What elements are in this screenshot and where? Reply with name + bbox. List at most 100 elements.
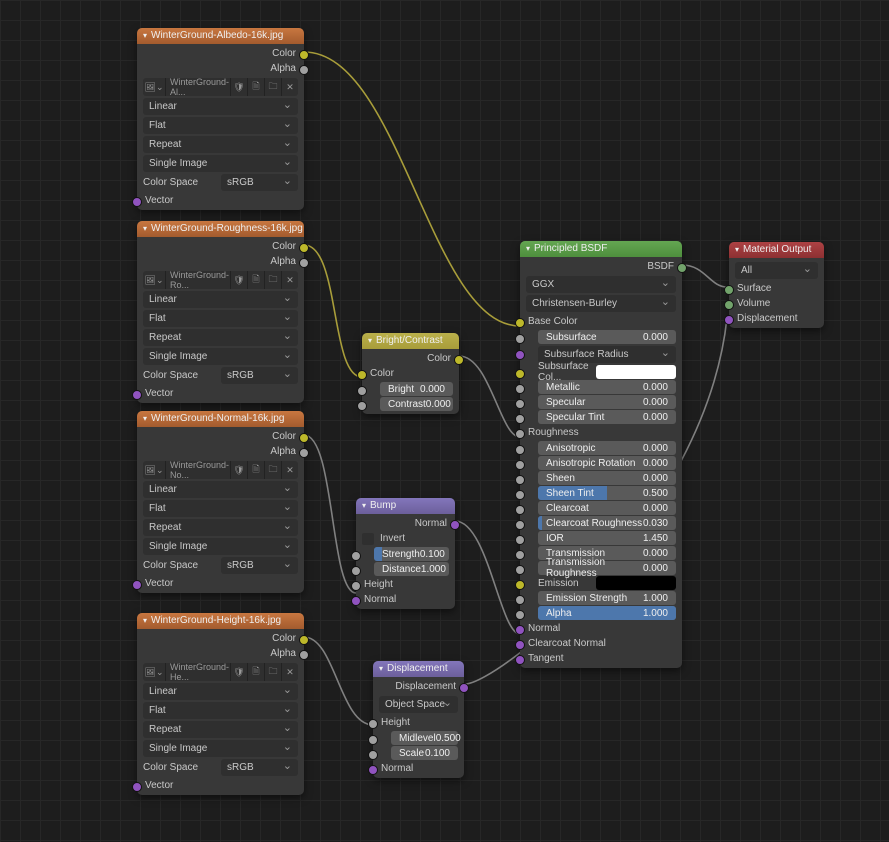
subsurface-color-input-socket[interactable] <box>515 369 525 379</box>
distribution-dropdown[interactable]: GGX <box>526 276 676 293</box>
target-dropdown[interactable]: All <box>735 262 818 279</box>
displacement-output-socket[interactable] <box>459 683 469 693</box>
sheen-tint-slider[interactable]: Sheen Tint0.500 <box>538 486 676 500</box>
unlink-icon[interactable]: ✕ <box>282 663 298 681</box>
image-name-field[interactable]: WinterGround-He... <box>166 663 231 681</box>
anisotropic-rotation-input-socket[interactable] <box>515 460 525 470</box>
bsdf-output-socket[interactable] <box>677 263 687 273</box>
color-space-dropdown[interactable]: sRGB <box>221 759 298 776</box>
projection-dropdown[interactable]: Flat <box>143 117 298 134</box>
specular-tint-input-socket[interactable] <box>515 414 525 424</box>
color-output-socket[interactable] <box>454 355 464 365</box>
sss-method-dropdown[interactable]: Christensen-Burley <box>526 295 676 312</box>
transmission-roughness-slider[interactable]: Transmission Roughness0.000 <box>538 561 676 575</box>
sheen-input-socket[interactable] <box>515 475 525 485</box>
node-header[interactable]: ▾Displacement <box>373 661 464 677</box>
vector-input-socket[interactable] <box>132 390 142 400</box>
browse-image-icon[interactable]: 🖼⌄ <box>143 78 166 96</box>
node-header[interactable]: ▾WinterGround-Height-16k.jpg <box>137 613 304 629</box>
ior-slider[interactable]: IOR1.450 <box>538 531 676 545</box>
image-texture-height-node[interactable]: ▾WinterGround-Height-16k.jpg Color Alpha… <box>137 613 304 795</box>
displacement-input-socket[interactable] <box>724 315 734 325</box>
scale-input-socket[interactable] <box>368 750 378 760</box>
height-input-socket[interactable] <box>368 719 378 729</box>
sheen-tint-input-socket[interactable] <box>515 490 525 500</box>
height-input-socket[interactable] <box>351 581 361 591</box>
sheen-slider[interactable]: Sheen0.000 <box>538 471 676 485</box>
clearcoat-input-socket[interactable] <box>515 505 525 515</box>
image-texture-normal-node[interactable]: ▾WinterGround-Normal-16k.jpg Color Alpha… <box>137 411 304 593</box>
projection-dropdown[interactable]: Flat <box>143 500 298 517</box>
subsurface-input-socket[interactable] <box>515 334 525 344</box>
fake-user-icon[interactable]: 🛡 <box>231 663 248 681</box>
alpha-output-socket[interactable] <box>299 65 309 75</box>
fake-user-icon[interactable]: 🛡 <box>231 78 248 96</box>
bright-slider[interactable]: Bright0.000 <box>380 382 453 396</box>
alpha-input-socket[interactable] <box>515 610 525 620</box>
node-header[interactable]: ▾WinterGround-Roughness-16k.jpg <box>137 221 304 237</box>
unlink-icon[interactable]: ✕ <box>282 271 298 289</box>
color-space-dropdown[interactable]: sRGB <box>221 557 298 574</box>
strength-slider[interactable]: Strength0.100 <box>374 547 449 561</box>
image-datablock-row[interactable]: 🖼⌄ WinterGround-Al... 🛡 🗎 🗀 ✕ <box>143 78 298 96</box>
image-texture-roughness-node[interactable]: ▾WinterGround-Roughness-16k.jpg Color Al… <box>137 221 304 403</box>
source-dropdown[interactable]: Single Image <box>143 155 298 172</box>
displacement-node[interactable]: ▾Displacement Displacement Object Space … <box>373 661 464 778</box>
contrast-slider[interactable]: Contrast0.000 <box>380 397 453 411</box>
vector-input-socket[interactable] <box>132 782 142 792</box>
node-header[interactable]: ▾Bump <box>356 498 455 514</box>
scale-slider[interactable]: Scale0.100 <box>391 746 458 760</box>
subsurface-radius-input-socket[interactable] <box>515 350 525 360</box>
specular-input-socket[interactable] <box>515 399 525 409</box>
image-datablock-row[interactable]: 🖼⌄ WinterGround-He... 🛡 🗎 🗀 ✕ <box>143 663 298 681</box>
color-output-socket[interactable] <box>299 433 309 443</box>
color-input-socket[interactable] <box>357 370 367 380</box>
source-dropdown[interactable]: Single Image <box>143 740 298 757</box>
new-image-icon[interactable]: 🗎 <box>248 663 265 681</box>
open-image-icon[interactable]: 🗀 <box>265 663 282 681</box>
distance-input-socket[interactable] <box>351 566 361 576</box>
anisotropic-rotation-slider[interactable]: Anisotropic Rotation0.000 <box>538 456 676 470</box>
ior-input-socket[interactable] <box>515 535 525 545</box>
extension-dropdown[interactable]: Repeat <box>143 519 298 536</box>
color-output-socket[interactable] <box>299 635 309 645</box>
bump-node[interactable]: ▾Bump Normal Invert Strength0.100 Distan… <box>356 498 455 609</box>
color-space-dropdown[interactable]: sRGB <box>221 367 298 384</box>
alpha-output-socket[interactable] <box>299 258 309 268</box>
new-image-icon[interactable]: 🗎 <box>248 78 265 96</box>
node-header[interactable]: ▾Material Output <box>729 242 824 258</box>
normal-input-socket[interactable] <box>368 765 378 775</box>
emission-strength-input-socket[interactable] <box>515 595 525 605</box>
image-datablock-row[interactable]: 🖼⌄ WinterGround-No... 🛡 🗎 🗀 ✕ <box>143 461 298 479</box>
unlink-icon[interactable]: ✕ <box>282 78 298 96</box>
normal-input-socket[interactable] <box>351 596 361 606</box>
transmission-roughness-input-socket[interactable] <box>515 565 525 575</box>
node-header[interactable]: ▾Bright/Contrast <box>362 333 459 349</box>
metallic-slider[interactable]: Metallic0.000 <box>538 380 676 394</box>
midlevel-input-socket[interactable] <box>368 735 378 745</box>
open-image-icon[interactable]: 🗀 <box>265 78 282 96</box>
source-dropdown[interactable]: Single Image <box>143 538 298 555</box>
principled-bsdf-node[interactable]: ▾Principled BSDF BSDF GGX Christensen-Bu… <box>520 241 682 668</box>
browse-image-icon[interactable]: 🖼⌄ <box>143 271 166 289</box>
clearcoat-slider[interactable]: Clearcoat0.000 <box>538 501 676 515</box>
alpha-output-socket[interactable] <box>299 448 309 458</box>
subsurface-color-field[interactable]: Subsurface Col... <box>538 365 676 379</box>
vector-input-socket[interactable] <box>132 580 142 590</box>
interpolation-dropdown[interactable]: Linear <box>143 683 298 700</box>
extension-dropdown[interactable]: Repeat <box>143 721 298 738</box>
interpolation-dropdown[interactable]: Linear <box>143 98 298 115</box>
metallic-input-socket[interactable] <box>515 384 525 394</box>
tangent-input-socket[interactable] <box>515 655 525 665</box>
strength-input-socket[interactable] <box>351 551 361 561</box>
clearcoat-normal-input-socket[interactable] <box>515 640 525 650</box>
projection-dropdown[interactable]: Flat <box>143 310 298 327</box>
extension-dropdown[interactable]: Repeat <box>143 136 298 153</box>
image-name-field[interactable]: WinterGround-Ro... <box>166 271 231 289</box>
node-header[interactable]: ▾WinterGround-Albedo-16k.jpg <box>137 28 304 44</box>
image-name-field[interactable]: WinterGround-Al... <box>166 78 231 96</box>
bright-input-socket[interactable] <box>357 386 367 396</box>
color-output-socket[interactable] <box>299 243 309 253</box>
image-name-field[interactable]: WinterGround-No... <box>166 461 231 479</box>
alpha-output-socket[interactable] <box>299 650 309 660</box>
